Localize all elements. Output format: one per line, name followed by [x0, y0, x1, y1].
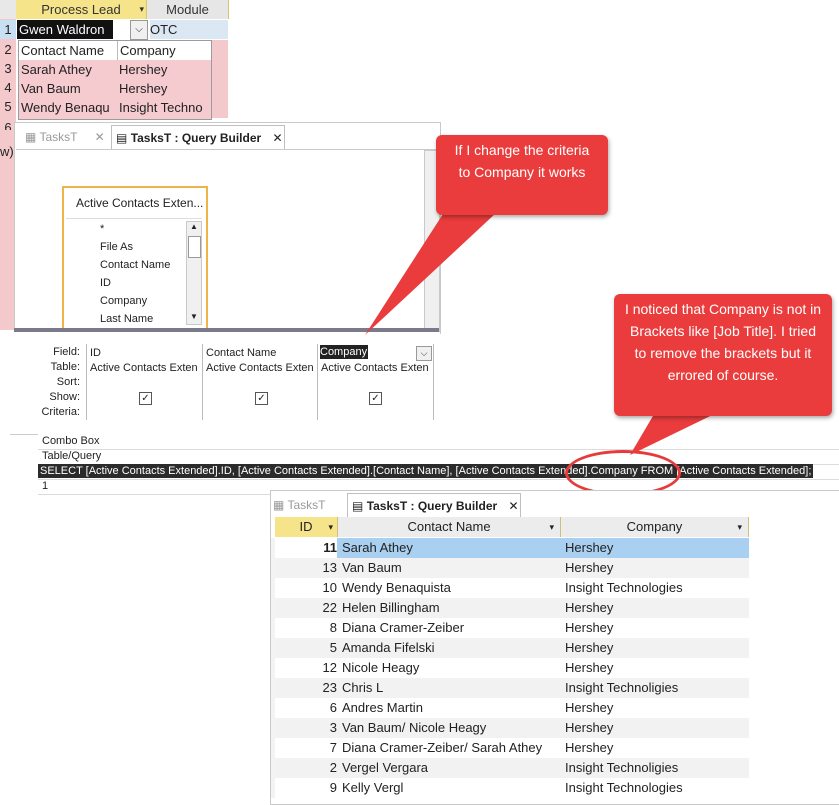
cell-contact-name[interactable]: Diana Cramer-Zeiber	[342, 618, 562, 638]
cell-contact-name[interactable]: Vergel Vergara	[342, 758, 562, 778]
cell-id[interactable]: 8	[275, 618, 337, 638]
callout-top: If I change the criteria to Company it w…	[436, 135, 608, 215]
query-result-datasheet: ▦ TasksT ✕ ▤ TasksT : Query Builder ✕ ID…	[270, 490, 839, 805]
cell-company[interactable]: Hershey	[565, 738, 747, 758]
cell-company[interactable]: Hershey	[565, 718, 747, 738]
cell-contact-name[interactable]: Amanda Fifelski	[342, 638, 562, 658]
callout-pointer-top	[365, 200, 510, 335]
column-header-contact-name[interactable]: Contact Name ▾	[338, 517, 561, 537]
table-row[interactable]: 10 Wendy Benaquista Insight Technologies	[271, 578, 749, 598]
cell-id[interactable]: 13	[275, 558, 337, 578]
cell-company[interactable]: Insight Technologies	[565, 778, 747, 798]
chevron-down-icon[interactable]: ▾	[737, 517, 742, 537]
cell-company[interactable]: Hershey	[565, 598, 747, 618]
cell-company[interactable]: Insight Technologies	[565, 578, 747, 598]
cell-id[interactable]: 23	[275, 678, 337, 698]
query-icon: ▤	[352, 499, 364, 513]
cell-company[interactable]: Insight Technoligies	[565, 758, 747, 778]
cell-id[interactable]: 11	[275, 538, 337, 558]
cell-contact-name[interactable]: Wendy Benaquista	[342, 578, 562, 598]
cell-contact-name[interactable]: Van Baum/ Nicole Heagy	[342, 718, 562, 738]
cell-id[interactable]: 7	[275, 738, 337, 758]
cell-company[interactable]: Hershey	[565, 658, 747, 678]
cell-company[interactable]: Hershey	[565, 558, 747, 578]
table-row[interactable]: 3 Van Baum/ Nicole Heagy Hershey	[271, 718, 749, 738]
cell-contact-name[interactable]: Chris L	[342, 678, 562, 698]
cell-id[interactable]: 10	[275, 578, 337, 598]
cell-company[interactable]: Hershey	[565, 698, 747, 718]
cell-contact-name[interactable]: Kelly Vergl	[342, 778, 562, 798]
cell-contact-name[interactable]: Sarah Athey	[342, 538, 562, 558]
table-row[interactable]: 2 Vergel Vergara Insight Technoligies	[271, 758, 749, 778]
table-row[interactable]: 23 Chris L Insight Technoligies	[271, 678, 749, 698]
cell-company[interactable]: Insight Technoligies	[565, 678, 747, 698]
cell-contact-name[interactable]: Van Baum	[342, 558, 562, 578]
chevron-down-icon[interactable]: ▾	[549, 517, 554, 537]
tab-query-builder[interactable]: ▤ TasksT : Query Builder ✕	[347, 493, 521, 518]
chevron-down-icon[interactable]: ▾	[328, 517, 333, 537]
cell-company[interactable]: Hershey	[565, 638, 747, 658]
cell-company[interactable]: Hershey	[565, 618, 747, 638]
cell-contact-name[interactable]: Diana Cramer-Zeiber/ Sarah Athey	[342, 738, 562, 758]
column-header-id[interactable]: ID ▾	[275, 517, 338, 537]
cell-contact-name[interactable]: Nicole Heagy	[342, 658, 562, 678]
cell-id[interactable]: 12	[275, 658, 337, 678]
cell-id[interactable]: 22	[275, 598, 337, 618]
callout-right: I noticed that Company is not in Bracket…	[614, 294, 832, 416]
table-icon: ▦	[273, 498, 285, 512]
table-row[interactable]: 7 Diana Cramer-Zeiber/ Sarah Athey Hershey	[271, 738, 749, 758]
cell-id[interactable]: 9	[275, 778, 337, 798]
cell-id[interactable]: 6	[275, 698, 337, 718]
table-row[interactable]: 22 Helen Billingham Hershey	[271, 598, 749, 618]
cell-contact-name[interactable]: Andres Martin	[342, 698, 562, 718]
close-icon[interactable]: ✕	[509, 499, 519, 513]
cell-company[interactable]: Hershey	[565, 538, 747, 558]
column-header-company[interactable]: Company ▾	[561, 517, 749, 537]
table-row[interactable]: 9 Kelly Vergl Insight Technologies	[271, 778, 749, 798]
cell-id[interactable]: 2	[275, 758, 337, 778]
table-row[interactable]: 8 Diana Cramer-Zeiber Hershey	[271, 618, 749, 638]
cell-contact-name[interactable]: Helen Billingham	[342, 598, 562, 618]
cell-id[interactable]: 3	[275, 718, 337, 738]
table-row[interactable]: 13 Van Baum Hershey	[271, 558, 749, 578]
table-row[interactable]: 12 Nicole Heagy Hershey	[271, 658, 749, 678]
table-row[interactable]: 6 Andres Martin Hershey	[271, 698, 749, 718]
table-row[interactable]: 11 Sarah Athey Hershey	[271, 538, 749, 558]
cell-id[interactable]: 5	[275, 638, 337, 658]
table-row[interactable]: 5 Amanda Fifelski Hershey	[271, 638, 749, 658]
tab-taskst[interactable]: ▦ TasksT ✕	[271, 493, 347, 536]
